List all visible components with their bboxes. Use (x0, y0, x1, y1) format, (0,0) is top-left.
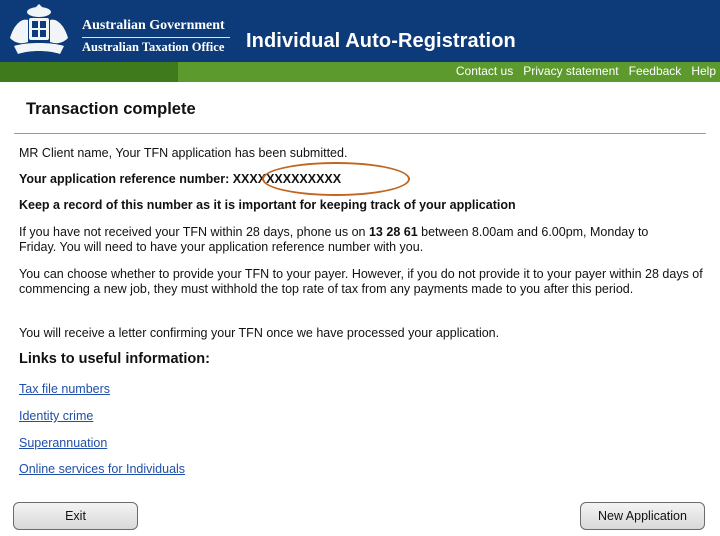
government-wordmark: Australian Government Australian Taxatio… (82, 17, 225, 55)
link-tax-file-numbers[interactable]: Tax file numbers (19, 382, 110, 397)
exit-button[interactable]: Exit (13, 502, 138, 530)
submitted-message: MR Client name, Your TFN application has… (19, 146, 348, 160)
app-title: Individual Auto-Registration (246, 30, 516, 52)
keep-record-notice: Keep a record of this number as it is im… (19, 198, 516, 212)
phone-text-before: If you have not received your TFN within… (19, 225, 366, 239)
links-heading: Links to useful information: (19, 351, 210, 367)
page-title: Transaction complete (26, 100, 196, 118)
reference-number: XXXXXXXXXXXXX (232, 172, 342, 186)
nav-link-contact[interactable]: Contact us (456, 64, 513, 79)
nav-accent-block (0, 62, 178, 82)
letter-paragraph: You will receive a letter confirming you… (19, 326, 500, 340)
reference-label: Your application reference number: (19, 172, 230, 186)
title-divider (14, 133, 706, 134)
nav-link-help[interactable]: Help (691, 64, 716, 79)
new-application-button[interactable]: New Application (580, 502, 705, 530)
nav-link-privacy[interactable]: Privacy statement (523, 64, 618, 79)
link-identity-crime[interactable]: Identity crime (19, 409, 93, 424)
payer-paragraph: You can choose whether to provide your T… (19, 267, 703, 296)
link-online-services[interactable]: Online services for Individuals (19, 462, 185, 477)
agency-name: Australian Taxation Office (82, 40, 225, 54)
nav-link-feedback[interactable]: Feedback (629, 64, 682, 79)
header-bar: Australian Government Australian Taxatio… (0, 0, 720, 62)
phone-number: 13 28 61 (368, 225, 418, 239)
link-superannuation[interactable]: Superannuation (19, 436, 107, 451)
wordmark-divider (82, 37, 230, 38)
nav-links: Contact us Privacy statement Feedback He… (456, 64, 716, 79)
coat-of-arms-logo (10, 4, 68, 54)
top-nav: Contact us Privacy statement Feedback He… (0, 62, 720, 82)
gov-name: Australian Government (82, 18, 225, 33)
phone-paragraph: If you have not received your TFN within… (19, 225, 684, 255)
reference-line: Your application reference number: XXXXX… (19, 172, 341, 187)
